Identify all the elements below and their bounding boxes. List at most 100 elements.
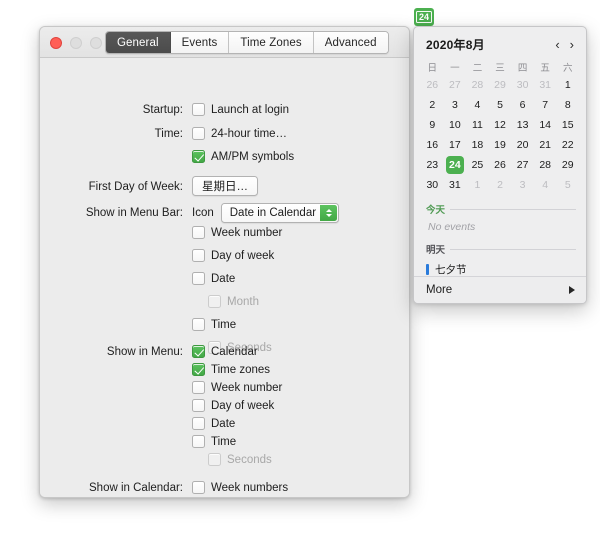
calendar-day[interactable]: 14 bbox=[534, 115, 557, 135]
calendar-day-selected[interactable]: 24 bbox=[444, 155, 467, 175]
checkbox-box bbox=[192, 103, 205, 116]
calendar-day[interactable]: 9 bbox=[421, 115, 444, 135]
calendar-day[interactable]: 23 bbox=[421, 155, 444, 175]
calendar-header: 2020年8月 ‹ › bbox=[414, 27, 586, 56]
checkbox-box bbox=[192, 150, 205, 163]
tab-time-zones[interactable]: Time Zones bbox=[229, 32, 314, 53]
window-titlebar: General Events Time Zones Advanced bbox=[40, 27, 409, 58]
checkbox-menu-day-of-week[interactable]: Day of week bbox=[192, 399, 274, 412]
first-day-of-week-button[interactable]: 星期日… bbox=[192, 176, 258, 196]
checkbox-label: Calendar bbox=[211, 345, 258, 358]
calendar-week-row: 16 17 18 19 20 21 22 bbox=[421, 135, 579, 155]
close-button[interactable] bbox=[50, 37, 62, 49]
more-label: More bbox=[426, 284, 453, 296]
calendar-day[interactable]: 15 bbox=[556, 115, 579, 135]
calendar-day[interactable]: 8 bbox=[556, 95, 579, 115]
popover-more-row[interactable]: More bbox=[414, 276, 586, 303]
calendar-day[interactable]: 13 bbox=[511, 115, 534, 135]
calendar-day[interactable]: 11 bbox=[466, 115, 489, 135]
checkbox-box bbox=[192, 249, 205, 262]
calendar-day[interactable]: 7 bbox=[534, 95, 557, 115]
checkbox-calendar-week-numbers[interactable]: Week numbers bbox=[192, 481, 288, 494]
startup-label: Startup: bbox=[142, 104, 183, 116]
next-month-icon[interactable]: › bbox=[570, 38, 574, 51]
checkbox-box bbox=[192, 345, 205, 358]
calendar-day[interactable]: 22 bbox=[556, 135, 579, 155]
calendar-week-row: 23 24 25 26 27 28 29 bbox=[421, 155, 579, 175]
checkbox-box bbox=[192, 417, 205, 430]
tab-general[interactable]: General bbox=[106, 32, 171, 53]
checkbox-menu-time-zones[interactable]: Time zones bbox=[192, 363, 270, 376]
calendar-week-row: 2 3 4 5 6 7 8 bbox=[421, 95, 579, 115]
calendar-day[interactable]: 6 bbox=[511, 95, 534, 115]
calendar-day[interactable]: 10 bbox=[444, 115, 467, 135]
calendar-day[interactable]: 4 bbox=[466, 95, 489, 115]
calendar-day[interactable]: 30 bbox=[511, 75, 534, 95]
tab-advanced[interactable]: Advanced bbox=[313, 32, 388, 53]
checkbox-menubar-date[interactable]: Date bbox=[192, 272, 235, 285]
calendar-day[interactable]: 19 bbox=[489, 135, 512, 155]
menubar-calendar-icon[interactable]: 24 bbox=[414, 8, 434, 26]
zoom-button[interactable] bbox=[90, 37, 102, 49]
calendar-day[interactable]: 4 bbox=[534, 175, 557, 195]
show-in-menu-label: Show in Menu: bbox=[106, 346, 183, 358]
checkbox-menubar-week-number[interactable]: Week number bbox=[192, 226, 282, 239]
checkbox-menu-date[interactable]: Date bbox=[192, 417, 235, 430]
weekday-header: 四 bbox=[517, 62, 528, 74]
calendar-day[interactable]: 3 bbox=[511, 175, 534, 195]
calendar-day[interactable]: 18 bbox=[466, 135, 489, 155]
checkbox-menubar-day-of-week[interactable]: Day of week bbox=[192, 249, 274, 262]
calendar-day[interactable]: 28 bbox=[466, 75, 489, 95]
checkbox-label: Day of week bbox=[211, 399, 275, 412]
menu-bar-icon-value: Date in Calendar bbox=[229, 207, 317, 219]
calendar-day[interactable]: 31 bbox=[534, 75, 557, 95]
prev-month-icon[interactable]: ‹ bbox=[555, 38, 559, 51]
calendar-day[interactable]: 27 bbox=[444, 75, 467, 95]
calendar-day[interactable]: 5 bbox=[556, 175, 579, 195]
today-no-events-text: No events bbox=[428, 221, 476, 233]
calendar-day[interactable]: 16 bbox=[421, 135, 444, 155]
calendar-day[interactable]: 26 bbox=[421, 75, 444, 95]
calendar-day[interactable]: 1 bbox=[466, 175, 489, 195]
tab-events-label: Events bbox=[181, 36, 218, 49]
tab-events[interactable]: Events bbox=[170, 32, 230, 53]
event-title: 七夕节 bbox=[435, 264, 467, 276]
calendar-day[interactable]: 5 bbox=[489, 95, 512, 115]
minimize-button[interactable] bbox=[70, 37, 82, 49]
calendar-day[interactable]: 20 bbox=[511, 135, 534, 155]
calendar-day[interactable]: 3 bbox=[444, 95, 467, 115]
menu-bar-icon-popup[interactable]: Date in Calendar bbox=[220, 203, 340, 223]
calendar-day[interactable]: 21 bbox=[534, 135, 557, 155]
calendar-day[interactable]: 31 bbox=[444, 175, 467, 195]
calendar-day[interactable]: 17 bbox=[444, 135, 467, 155]
calendar-weekday-row: 日 一 二 三 四 五 六 bbox=[421, 58, 579, 75]
calendar-day[interactable]: 27 bbox=[511, 155, 534, 175]
calendar-day[interactable]: 26 bbox=[489, 155, 512, 175]
checkbox-menu-week-number[interactable]: Week number bbox=[192, 381, 282, 394]
calendar-day[interactable]: 2 bbox=[489, 175, 512, 195]
checkbox-label: Month bbox=[227, 295, 259, 308]
calendar-day[interactable]: 29 bbox=[489, 75, 512, 95]
checkbox-24-hour-time[interactable]: 24-hour time… bbox=[192, 127, 287, 140]
calendar-day[interactable]: 30 bbox=[421, 175, 444, 195]
checkbox-ampm-symbols[interactable]: AM/PM symbols bbox=[192, 150, 294, 163]
checkbox-box bbox=[192, 481, 205, 494]
checkbox-label: AM/PM symbols bbox=[211, 150, 295, 163]
checkbox-box bbox=[192, 381, 205, 394]
calendar-day[interactable]: 1 bbox=[556, 75, 579, 95]
calendar-day[interactable]: 2 bbox=[421, 95, 444, 115]
checkbox-launch-at-login[interactable]: Launch at login bbox=[192, 103, 289, 116]
chevron-right-icon bbox=[569, 286, 575, 294]
checkbox-box bbox=[208, 295, 221, 308]
checkbox-menu-calendar[interactable]: Calendar bbox=[192, 345, 258, 358]
calendar-day[interactable]: 28 bbox=[534, 155, 557, 175]
checkbox-menubar-time[interactable]: Time bbox=[192, 318, 236, 331]
checkbox-menu-seconds[interactable]: Seconds bbox=[208, 453, 272, 466]
checkbox-menu-time[interactable]: Time bbox=[192, 435, 236, 448]
checkbox-menubar-month[interactable]: Month bbox=[208, 295, 259, 308]
calendar-day[interactable]: 25 bbox=[466, 155, 489, 175]
calendar-week-row: 9 10 11 12 13 14 15 bbox=[421, 115, 579, 135]
calendar-day[interactable]: 29 bbox=[556, 155, 579, 175]
calendar-day[interactable]: 12 bbox=[489, 115, 512, 135]
divider bbox=[450, 208, 576, 210]
